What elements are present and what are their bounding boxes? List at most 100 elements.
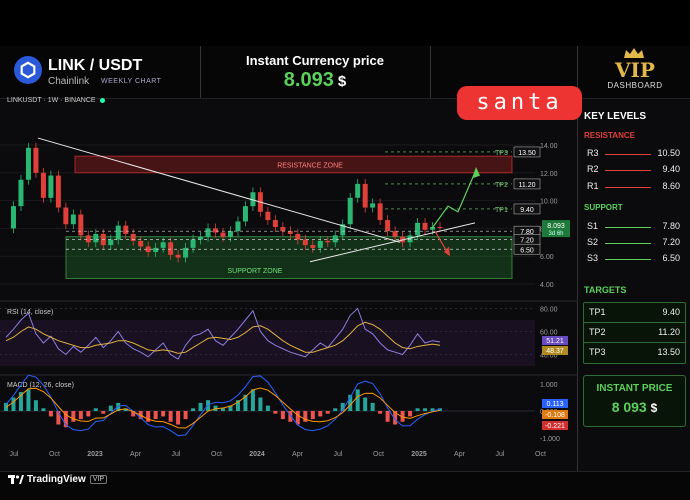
macd-histogram-bar: [93, 408, 98, 411]
macd-histogram-bar: [333, 408, 338, 411]
tradingview-text: TradingView: [27, 474, 86, 485]
time-axis-tick: 2024: [249, 451, 265, 458]
macd-histogram-bar: [108, 405, 113, 411]
level-tag-text: 13.50: [518, 150, 536, 157]
current-price-text: 8.093: [547, 223, 565, 230]
macd-histogram-bar: [161, 411, 166, 417]
macd-histogram-bar: [378, 411, 383, 414]
tradingview-brand[interactable]: TradingView VIP: [8, 474, 108, 485]
candle-body: [265, 211, 271, 221]
time-axis-tick: Jul: [334, 451, 343, 458]
rsi-band: [0, 320, 535, 366]
macd-histogram-bar: [310, 411, 315, 420]
candle-body: [93, 233, 99, 243]
header-divider-right: [430, 46, 431, 98]
s1-label: S1: [587, 221, 599, 231]
candle-body: [55, 175, 61, 208]
bullish-path-arrow: [431, 169, 477, 229]
candle-body: [347, 197, 353, 225]
s3-value: 6.50: [662, 253, 680, 263]
target-tp1: TP1 9.40: [583, 302, 686, 324]
macd-histogram-bar: [288, 411, 293, 422]
resistance-zone-label: RESISTANCE ZONE: [277, 162, 343, 169]
candle-body: [205, 228, 211, 237]
r3-value: 10.50: [657, 148, 680, 158]
macd-histogram-bar: [183, 411, 188, 420]
instant-price-value: 8 093 $: [584, 399, 685, 415]
macd-histogram-bar: [191, 408, 196, 411]
macd-histogram-bar: [221, 408, 225, 411]
macd-histogram-bar: [325, 411, 330, 414]
level-label: TP2: [495, 182, 508, 189]
time-axis-tick: Oct: [49, 451, 60, 458]
candle-body: [123, 225, 129, 234]
candle-body: [310, 245, 316, 248]
time-axis-tick: Apr: [130, 451, 142, 458]
level-tag-text: 11.20: [519, 182, 536, 189]
pair-subtitle: Chainlink: [48, 76, 90, 87]
macd-histogram-bar: [168, 411, 173, 422]
macd-histogram-bar: [363, 397, 368, 411]
chainlink-logo-icon: [14, 56, 42, 84]
candle-body: [242, 206, 248, 222]
countdown-text: 3d 6h: [548, 231, 563, 237]
candle-body: [115, 225, 121, 240]
rsi-label: RSI (14, close): [7, 309, 53, 316]
chart-canvas[interactable]: 4.006.008.0010.0012.0014.00RESISTANCE ZO…: [0, 96, 578, 471]
candle-body: [302, 239, 308, 246]
candle-body: [48, 175, 54, 198]
s1-line: [605, 227, 651, 228]
macd-histogram-bar: [198, 402, 203, 411]
tp1-label: TP1: [589, 307, 606, 317]
macd-histogram-bar: [370, 402, 375, 411]
time-axis-tick: 2025: [411, 451, 427, 458]
r1-value: 8.60: [662, 181, 680, 191]
candle-body: [10, 206, 16, 229]
candle-body: [437, 227, 443, 229]
macd-histogram-bar: [280, 411, 285, 420]
macd-histogram-bar: [295, 411, 300, 425]
time-axis-tick: Jul: [496, 451, 505, 458]
candle-body: [235, 221, 241, 232]
candle-body: [108, 239, 114, 246]
instant-price-title: INSTANT PRICE: [596, 383, 673, 394]
footer-vip-badge: VIP: [89, 474, 108, 484]
r2-label: R2: [587, 164, 599, 174]
candle-body: [33, 147, 39, 173]
candle-body: [392, 231, 398, 237]
macd-axis-tick: 1.000: [540, 382, 558, 389]
candle-body: [18, 179, 24, 207]
candle-body: [355, 183, 361, 198]
tp2-label: TP2: [589, 327, 606, 337]
candle-body: [168, 242, 174, 255]
s2-line: [605, 243, 651, 244]
instant-price-box: INSTANT PRICE 8 093 $: [583, 375, 686, 427]
tp1-value: 9.40: [662, 307, 680, 317]
macd-histogram-bar: [273, 411, 278, 414]
target-tp2: TP2 11.20: [583, 322, 686, 344]
s1-value: 7.80: [662, 221, 680, 231]
r1-line: [605, 187, 651, 188]
tp2-value: 11.20: [658, 327, 680, 337]
candle-body: [377, 203, 383, 221]
candle-body: [220, 232, 226, 237]
level-tag-text: 7.20: [520, 238, 534, 245]
target-tp3: TP3 13.50: [583, 342, 686, 364]
macd-histogram-bar: [86, 411, 91, 417]
macd-histogram-bar: [355, 389, 360, 411]
rsi-axis-tick: 80.00: [540, 307, 558, 314]
level-tag-text: 6.50: [520, 247, 534, 254]
descending-trendline: [37, 137, 401, 243]
candle-body: [138, 240, 144, 247]
candle-body: [422, 222, 428, 230]
r1-label: R1: [587, 181, 599, 191]
timeframe-badge: WEEKLY CHART: [101, 78, 162, 85]
r2-line: [605, 170, 651, 171]
time-axis-tick: Jul: [10, 451, 19, 458]
macd-axis-tick: -1.000: [540, 436, 560, 443]
price-axis-tick: 14.00: [540, 143, 558, 150]
time-axis-tick: Oct: [211, 451, 222, 458]
candle-body: [280, 227, 286, 232]
macd-histogram-bar: [408, 411, 413, 417]
r3-line: [605, 154, 651, 155]
